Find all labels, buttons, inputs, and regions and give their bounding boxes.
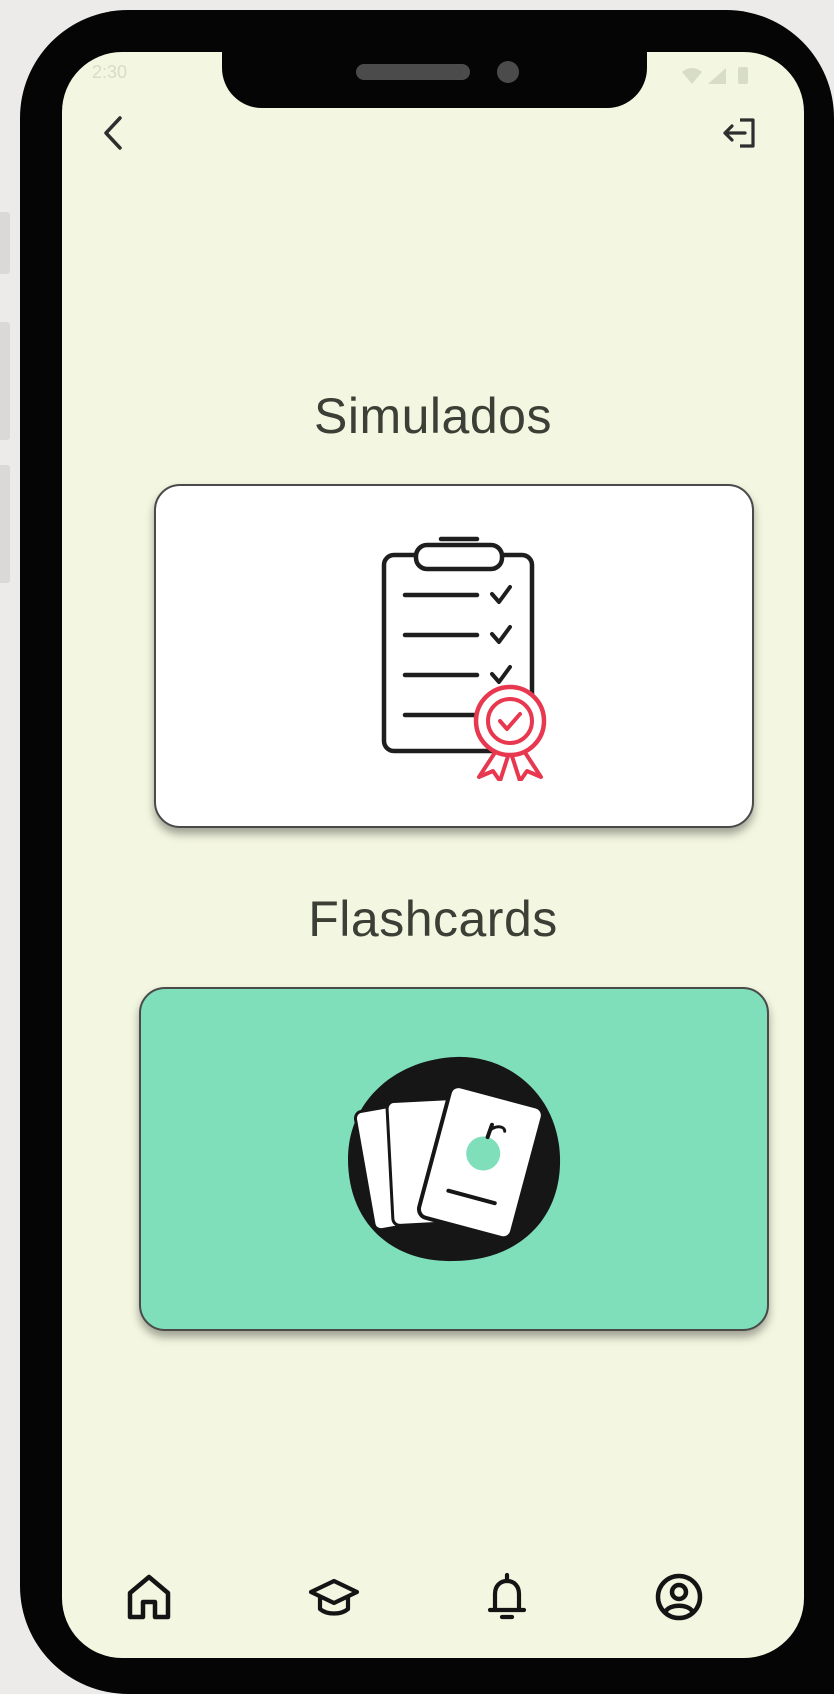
clipboard-certificate-icon <box>381 536 547 781</box>
notch-speaker <box>356 64 470 80</box>
notch-camera <box>497 61 519 83</box>
simulados-title: Simulados <box>314 388 552 444</box>
phone-frame: 2:30 Simulados Flashcards <box>20 10 834 1694</box>
chevron-left-icon <box>104 116 122 150</box>
status-bar-right <box>680 64 760 91</box>
bell-icon <box>487 1572 527 1620</box>
nav-profile-button[interactable] <box>644 1562 714 1632</box>
phone-side-button-3 <box>0 465 10 583</box>
battery-icon <box>738 67 748 84</box>
nav-courses-button[interactable] <box>299 1562 369 1632</box>
logout-icon <box>723 118 755 148</box>
flashcards-apple-icon <box>348 1056 561 1262</box>
logout-button[interactable] <box>714 108 766 158</box>
flashcards-title: Flashcards <box>308 891 558 947</box>
status-time: 2:30 <box>92 62 128 82</box>
graduation-cap-icon <box>308 1578 360 1616</box>
signal-icon <box>708 68 726 84</box>
home-icon <box>127 1574 171 1620</box>
phone-side-button-1 <box>0 212 10 274</box>
back-button[interactable] <box>88 108 138 158</box>
profile-icon <box>655 1573 703 1621</box>
flashcards-card[interactable] <box>139 987 769 1331</box>
nav-home-button[interactable] <box>114 1562 184 1632</box>
phone-notch <box>222 52 647 108</box>
app-screen: 2:30 Simulados Flashcards <box>62 52 804 1658</box>
status-bar-left: 2:30 <box>92 62 127 83</box>
wifi-icon <box>682 68 702 84</box>
simulados-card[interactable] <box>154 484 754 828</box>
status-icons <box>682 67 748 84</box>
nav-notifications-button[interactable] <box>472 1562 542 1632</box>
phone-side-button-2 <box>0 322 10 440</box>
